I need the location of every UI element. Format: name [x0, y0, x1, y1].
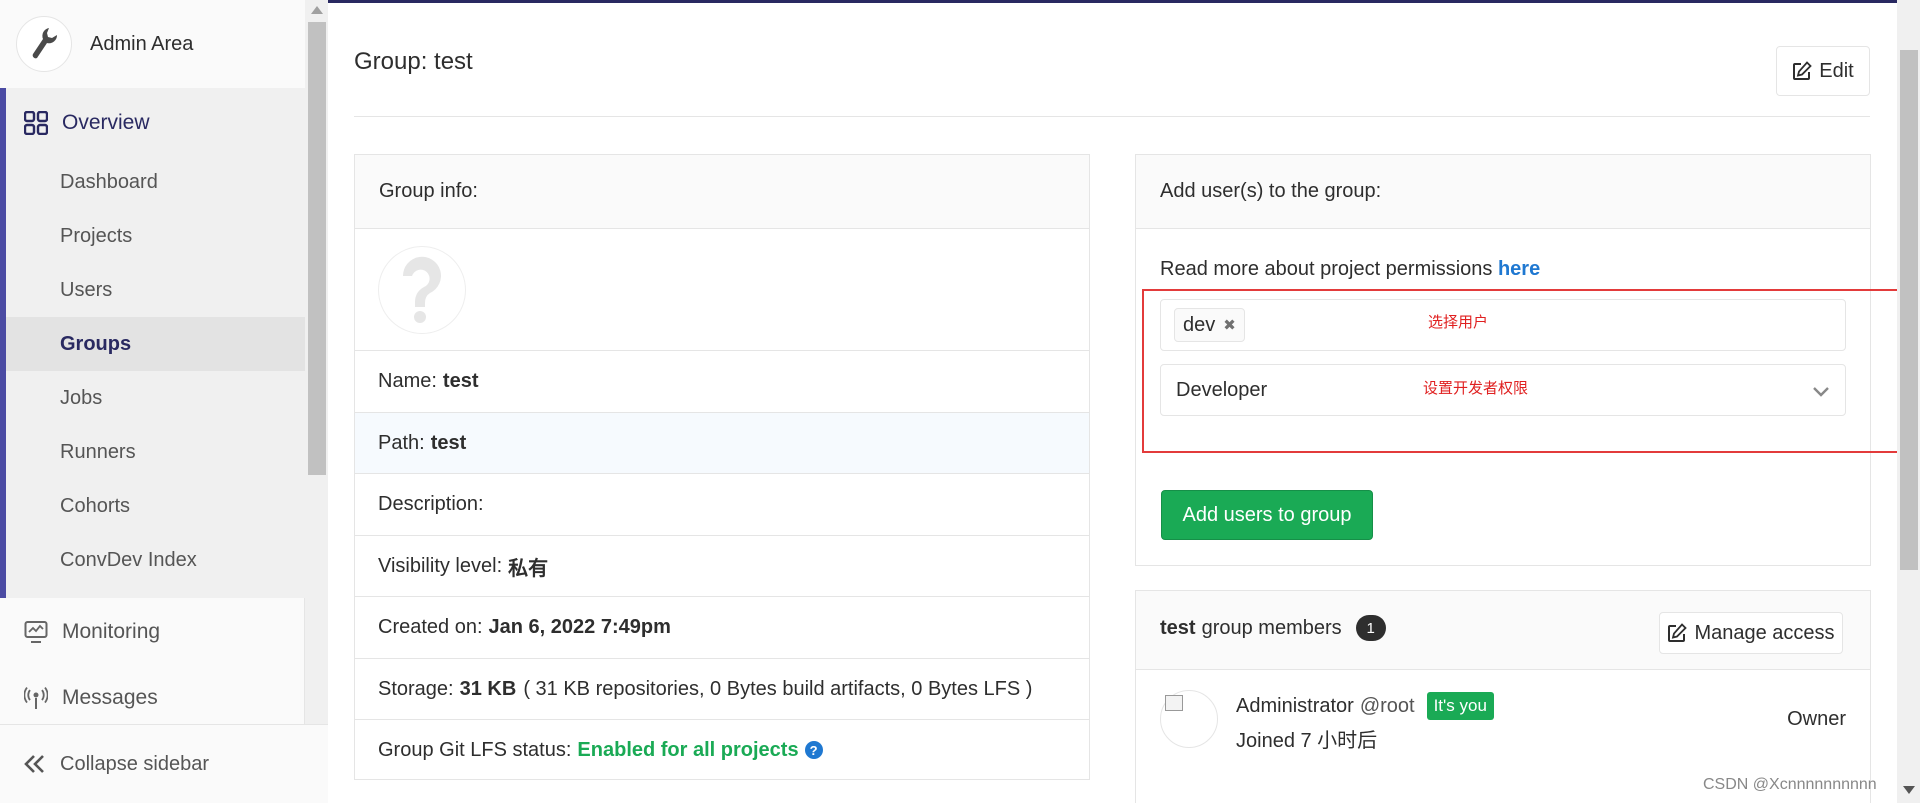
sidebar-item-overview-label: Overview: [62, 111, 150, 134]
header-divider: [354, 116, 1870, 117]
collapse-sidebar-label: Collapse sidebar: [60, 752, 209, 775]
sidebar-item-monitoring-label: Monitoring: [62, 620, 161, 643]
member-handle: @root: [1359, 694, 1415, 717]
manage-access-button[interactable]: Manage access: [1659, 612, 1843, 654]
group-created-label: Created on:: [378, 616, 483, 638]
messages-icon: [24, 686, 48, 709]
collapse-sidebar-button[interactable]: Collapse sidebar: [0, 724, 328, 803]
sidebar-item-messages[interactable]: Messages: [0, 665, 305, 731]
sidebar-item-jobs[interactable]: Jobs: [6, 371, 305, 425]
add-users-heading: Add user(s) to the group:: [1136, 155, 1870, 229]
group-name-row: Name: test: [355, 350, 1089, 412]
sidebar-context-title: Admin Area: [90, 32, 194, 55]
broken-image-icon: [1165, 695, 1183, 711]
admin-avatar: [16, 16, 72, 72]
page-title: Group: test: [354, 48, 473, 75]
group-avatar: [378, 246, 466, 334]
edit-icon: [1668, 623, 1688, 642]
member-joined: Joined 7 小时后: [1236, 730, 1378, 752]
sidebar-item-monitoring[interactable]: Monitoring: [0, 599, 305, 665]
group-path-row: Path: test: [355, 412, 1089, 473]
monitoring-icon: [24, 621, 48, 643]
permissions-text-label: Read more about project permissions: [1160, 258, 1493, 280]
sidebar-scrollbar-thumb[interactable]: [308, 22, 326, 475]
group-visibility-row: Visibility level: 私有: [355, 535, 1089, 596]
sidebar-item-projects[interactable]: Projects: [6, 209, 305, 263]
group-members-panel: test group members 1 Manage access Admin…: [1135, 590, 1871, 803]
question-icon[interactable]: ?: [804, 741, 823, 759]
annotation-highlight-box: [1142, 289, 1920, 453]
group-visibility-value: 私有: [508, 557, 549, 580]
top-header-bar: [328, 0, 1920, 3]
page-scrollbar-thumb[interactable]: [1900, 50, 1918, 570]
edit-button[interactable]: Edit: [1776, 46, 1870, 96]
group-created-value: Jan 6, 2022 7:49pm: [488, 616, 671, 638]
group-description-row: Description:: [355, 473, 1089, 535]
group-visibility-label: Visibility level:: [378, 554, 503, 577]
page-scroll-down-arrow[interactable]: [1903, 786, 1915, 794]
group-path-value: test: [430, 431, 467, 454]
members-title-suffix: group members: [1201, 616, 1342, 639]
sidebar-item-overview[interactable]: Overview: [24, 88, 150, 158]
group-description-label: Description:: [378, 493, 484, 515]
watermark: CSDN @Xcnnnnnnnnnn: [1703, 776, 1877, 793]
sidebar-scroll-up-arrow[interactable]: [311, 6, 323, 14]
group-info-panel: Group info: Name: test Path: test Descri…: [354, 154, 1090, 780]
wrench-icon: [32, 28, 58, 59]
sidebar-item-cohorts[interactable]: Cohorts: [6, 479, 305, 533]
member-name[interactable]: Administrator: [1236, 695, 1354, 718]
edit-button-label: Edit: [1819, 59, 1854, 82]
group-lfs-row: Group Git LFS status: Enabled for all pr…: [355, 719, 1089, 780]
question-placeholder-icon: [402, 256, 441, 323]
group-storage-row: Storage: 31 KB ( 31 KB repositories, 0 B…: [355, 658, 1089, 719]
group-storage-detail: ( 31 KB repositories, 0 Bytes build arti…: [523, 677, 1033, 700]
sidebar-item-dashboard[interactable]: Dashboard: [6, 155, 305, 209]
permissions-text: Read more about project permissions here: [1160, 258, 1540, 281]
sidebar-item-groups[interactable]: Groups: [6, 317, 305, 371]
members-header: test group members 1 Manage access: [1136, 591, 1870, 669]
sidebar: Admin Area Overview Dashboard Projects U…: [0, 0, 305, 803]
group-storage-value: 31 KB: [459, 677, 517, 700]
manage-access-label: Manage access: [1694, 621, 1835, 644]
edit-icon: [1793, 61, 1813, 80]
overview-grid-icon: [24, 111, 48, 135]
group-lfs-label: Group Git LFS status:: [378, 738, 572, 761]
permissions-link[interactable]: here: [1498, 258, 1540, 280]
members-title: test group members 1: [1160, 615, 1386, 641]
group-storage-label: Storage:: [378, 677, 454, 700]
members-count-badge: 1: [1355, 615, 1386, 641]
group-name-value: test: [442, 370, 479, 392]
member-row: Administrator @root It's you Joined 7 小时…: [1136, 669, 1870, 769]
members-group-name: test: [1160, 616, 1196, 639]
group-path-label: Path:: [378, 431, 425, 454]
add-users-to-group-button[interactable]: Add users to group: [1161, 490, 1373, 540]
member-avatar: [1160, 690, 1218, 748]
group-lfs-value: Enabled for all projects: [577, 738, 799, 761]
sidebar-overview-group: Overview Dashboard Projects Users Groups…: [0, 88, 305, 598]
sidebar-context-header[interactable]: Admin Area: [0, 0, 305, 88]
sidebar-item-convdev-index[interactable]: ConvDev Index: [6, 533, 305, 587]
sidebar-item-users[interactable]: Users: [6, 263, 305, 317]
sidebar-item-messages-label: Messages: [62, 686, 158, 709]
member-name-line: Administrator @root It's you: [1236, 692, 1494, 720]
its-you-badge: It's you: [1426, 692, 1494, 720]
group-name-label: Name:: [378, 370, 437, 392]
member-role: Owner: [1787, 708, 1846, 730]
collapse-icon: [24, 755, 44, 773]
group-info-heading: Group info:: [355, 155, 1089, 229]
group-created-row: Created on: Jan 6, 2022 7:49pm: [355, 596, 1089, 658]
sidebar-item-runners[interactable]: Runners: [6, 425, 305, 479]
